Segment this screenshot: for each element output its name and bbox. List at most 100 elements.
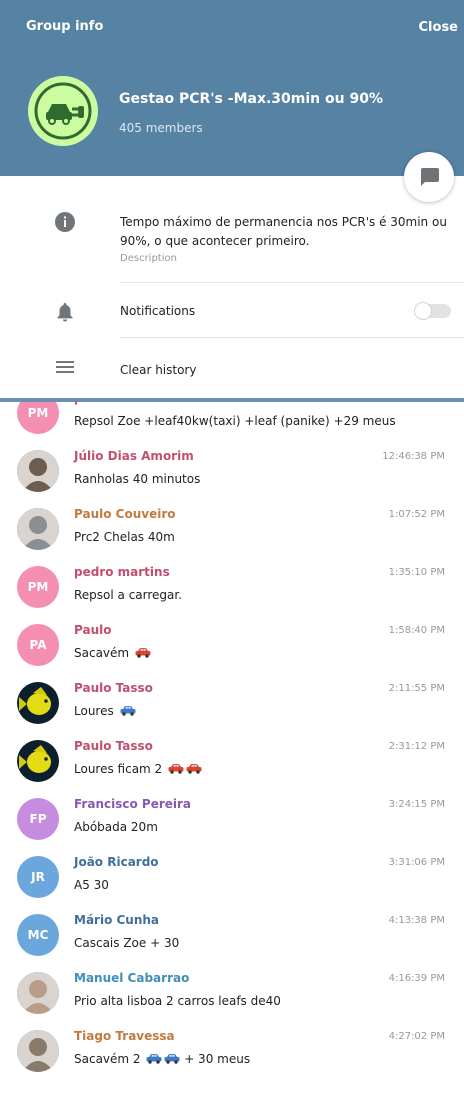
group-info-panel: Tempo máximo de permanencia nos PCR's é … bbox=[0, 176, 464, 398]
panel-bottom-border bbox=[0, 398, 464, 402]
ev-charger-car-icon bbox=[34, 82, 92, 140]
user-photo-icon bbox=[17, 508, 59, 550]
sender-name[interactable]: Júlio Dias Amorim bbox=[74, 449, 194, 463]
car-emoji-icon bbox=[168, 764, 184, 774]
message-text: Repsol Zoe +leaf40kw(taxi) +leaf (panike… bbox=[74, 414, 396, 428]
message-body: Cascais Zoe + 30 bbox=[74, 936, 180, 950]
car-emoji-icon bbox=[186, 764, 202, 774]
message-list[interactable]: PM pedro martins 12:37:05 PM Repsol Zoe +le… bbox=[0, 402, 464, 1098]
message-body: Repsol Zoe +leaf40kw(taxi) +leaf (panike… bbox=[74, 414, 396, 428]
message-item: MC Mário Cunha 4:13:38 PM Cascais Zoe + 30 bbox=[0, 913, 464, 972]
notifications-label: Notifications bbox=[120, 304, 196, 318]
sender-name[interactable]: Manuel Cabarrao bbox=[74, 971, 189, 985]
message-body: A5 30 bbox=[74, 878, 109, 892]
user-avatar[interactable] bbox=[17, 682, 59, 724]
message-item: Paulo Couveiro 1:07:52 PM Prc2 Chelas 40m bbox=[0, 507, 464, 566]
message-body: Sacavém 2 bbox=[74, 1052, 141, 1066]
divider bbox=[120, 282, 464, 283]
message-body: Sacavém bbox=[74, 646, 130, 660]
group-description: Tempo máximo de permanencia nos PCR's é … bbox=[120, 215, 447, 248]
message-body-suffix: + 30 meus bbox=[180, 1052, 251, 1066]
user-avatar[interactable]: MC bbox=[17, 914, 59, 956]
close-button[interactable]: Close bbox=[419, 20, 458, 35]
sender-name[interactable]: João Ricardo bbox=[74, 855, 159, 869]
sender-name[interactable]: pedro martins bbox=[74, 565, 170, 579]
user-avatar[interactable]: FP bbox=[17, 798, 59, 840]
message-timestamp: 1:35:10 PM bbox=[388, 567, 445, 578]
message-text: Cascais Zoe + 30 bbox=[74, 936, 179, 950]
user-avatar[interactable]: JR bbox=[17, 856, 59, 898]
member-count[interactable]: 405 members bbox=[119, 121, 203, 135]
chat-bubble-icon bbox=[421, 168, 439, 186]
message-text: Loures bbox=[74, 704, 136, 718]
sender-name[interactable]: Paulo Tasso bbox=[74, 739, 153, 753]
message-item: PA Paulo 1:58:40 PM Sacavém bbox=[0, 623, 464, 682]
user-avatar[interactable] bbox=[17, 508, 59, 550]
user-photo-icon bbox=[17, 1030, 59, 1072]
notifications-toggle[interactable] bbox=[414, 302, 451, 320]
message-text: Prio alta lisboa 2 carros leafs de40 bbox=[74, 994, 281, 1008]
message-timestamp: 2:31:12 PM bbox=[388, 741, 445, 752]
message-timestamp: 4:13:38 PM bbox=[388, 915, 445, 926]
fish-avatar-icon bbox=[17, 740, 59, 782]
message-timestamp: 12:46:38 PM bbox=[382, 451, 445, 462]
car-emoji-icon bbox=[146, 1054, 162, 1064]
sender-name[interactable]: Francisco Pereira bbox=[74, 797, 191, 811]
message-text: Sacavém bbox=[74, 646, 151, 660]
message-body: Abóbada 20m bbox=[74, 820, 158, 834]
user-avatar[interactable] bbox=[17, 450, 59, 492]
message-body: Prio alta lisboa 2 carros leafs de40 bbox=[74, 994, 281, 1008]
toggle-knob bbox=[414, 302, 432, 320]
message-text: Loures ficam 2 bbox=[74, 762, 202, 776]
car-emoji-icon bbox=[135, 648, 151, 658]
sender-name[interactable]: Paulo Couveiro bbox=[74, 507, 175, 521]
message-body: Loures ficam 2 bbox=[74, 762, 163, 776]
description-caption: Description bbox=[120, 253, 177, 264]
user-photo-icon bbox=[17, 450, 59, 492]
user-avatar[interactable] bbox=[17, 740, 59, 782]
message-body: Repsol a carregar. bbox=[74, 588, 183, 602]
message-text: Repsol a carregar. bbox=[74, 588, 182, 602]
message-item: PM pedro martins 1:35:10 PM Repsol a carreg… bbox=[0, 565, 464, 624]
user-avatar[interactable] bbox=[17, 1030, 59, 1072]
message-body: Prc2 Chelas 40m bbox=[74, 530, 175, 544]
group-name: Gestao PCR's -Max.30min ou 90% bbox=[119, 91, 383, 107]
clear-history-button[interactable]: Clear history bbox=[120, 363, 196, 377]
message-item: Paulo Tasso 2:31:12 PM Loures ficam 2 bbox=[0, 739, 464, 798]
user-avatar[interactable]: PM bbox=[17, 402, 59, 434]
message-item: Tiago Travessa 4:27:02 PM Sacavém 2 + 30 m… bbox=[0, 1029, 464, 1088]
user-avatar[interactable] bbox=[17, 972, 59, 1014]
message-text: Sacavém 2 + 30 meus bbox=[74, 1052, 250, 1066]
message-text: Abóbada 20m bbox=[74, 820, 158, 834]
message-timestamp: 4:27:02 PM bbox=[388, 1031, 445, 1042]
message-item: PM pedro martins 12:37:05 PM Repsol Zoe +le… bbox=[0, 402, 464, 450]
message-item: Paulo Tasso 2:11:55 PM Loures bbox=[0, 681, 464, 740]
car-emoji-icon bbox=[120, 706, 136, 716]
send-message-button[interactable] bbox=[404, 152, 454, 202]
group-avatar[interactable] bbox=[28, 76, 98, 146]
fish-avatar-icon bbox=[17, 682, 59, 724]
message-timestamp: 1:07:52 PM bbox=[388, 509, 445, 520]
message-timestamp: 1:58:40 PM bbox=[388, 625, 445, 636]
message-item: Manuel Cabarrao 4:16:39 PM Prio alta lisbo… bbox=[0, 971, 464, 1030]
message-timestamp: 4:16:39 PM bbox=[388, 973, 445, 984]
message-item: JR João Ricardo 3:31:06 PM A5 30 bbox=[0, 855, 464, 914]
message-timestamp: 2:11:55 PM bbox=[388, 683, 445, 694]
user-photo-icon bbox=[17, 972, 59, 1014]
message-body: Ranholas 40 minutos bbox=[74, 472, 201, 486]
message-body: Loures bbox=[74, 704, 114, 718]
sender-name[interactable]: Paulo Tasso bbox=[74, 681, 153, 695]
sender-name[interactable]: pedro martins bbox=[74, 402, 170, 405]
user-avatar[interactable]: PM bbox=[17, 566, 59, 608]
sender-name[interactable]: Mário Cunha bbox=[74, 913, 159, 927]
message-timestamp: 12:37:05 PM bbox=[382, 402, 445, 404]
message-item: FP Francisco Pereira 3:24:15 PM Abóbada 20m bbox=[0, 797, 464, 856]
user-avatar[interactable]: PA bbox=[17, 624, 59, 666]
message-timestamp: 3:24:15 PM bbox=[388, 799, 445, 810]
message-text: A5 30 bbox=[74, 878, 109, 892]
group-info-header: Group info Close Gestao PCR's -Max.30min… bbox=[0, 0, 464, 176]
header-title: Group info bbox=[26, 19, 104, 34]
message-timestamp: 3:31:06 PM bbox=[388, 857, 445, 868]
sender-name[interactable]: Paulo bbox=[74, 623, 111, 637]
sender-name[interactable]: Tiago Travessa bbox=[74, 1029, 175, 1043]
